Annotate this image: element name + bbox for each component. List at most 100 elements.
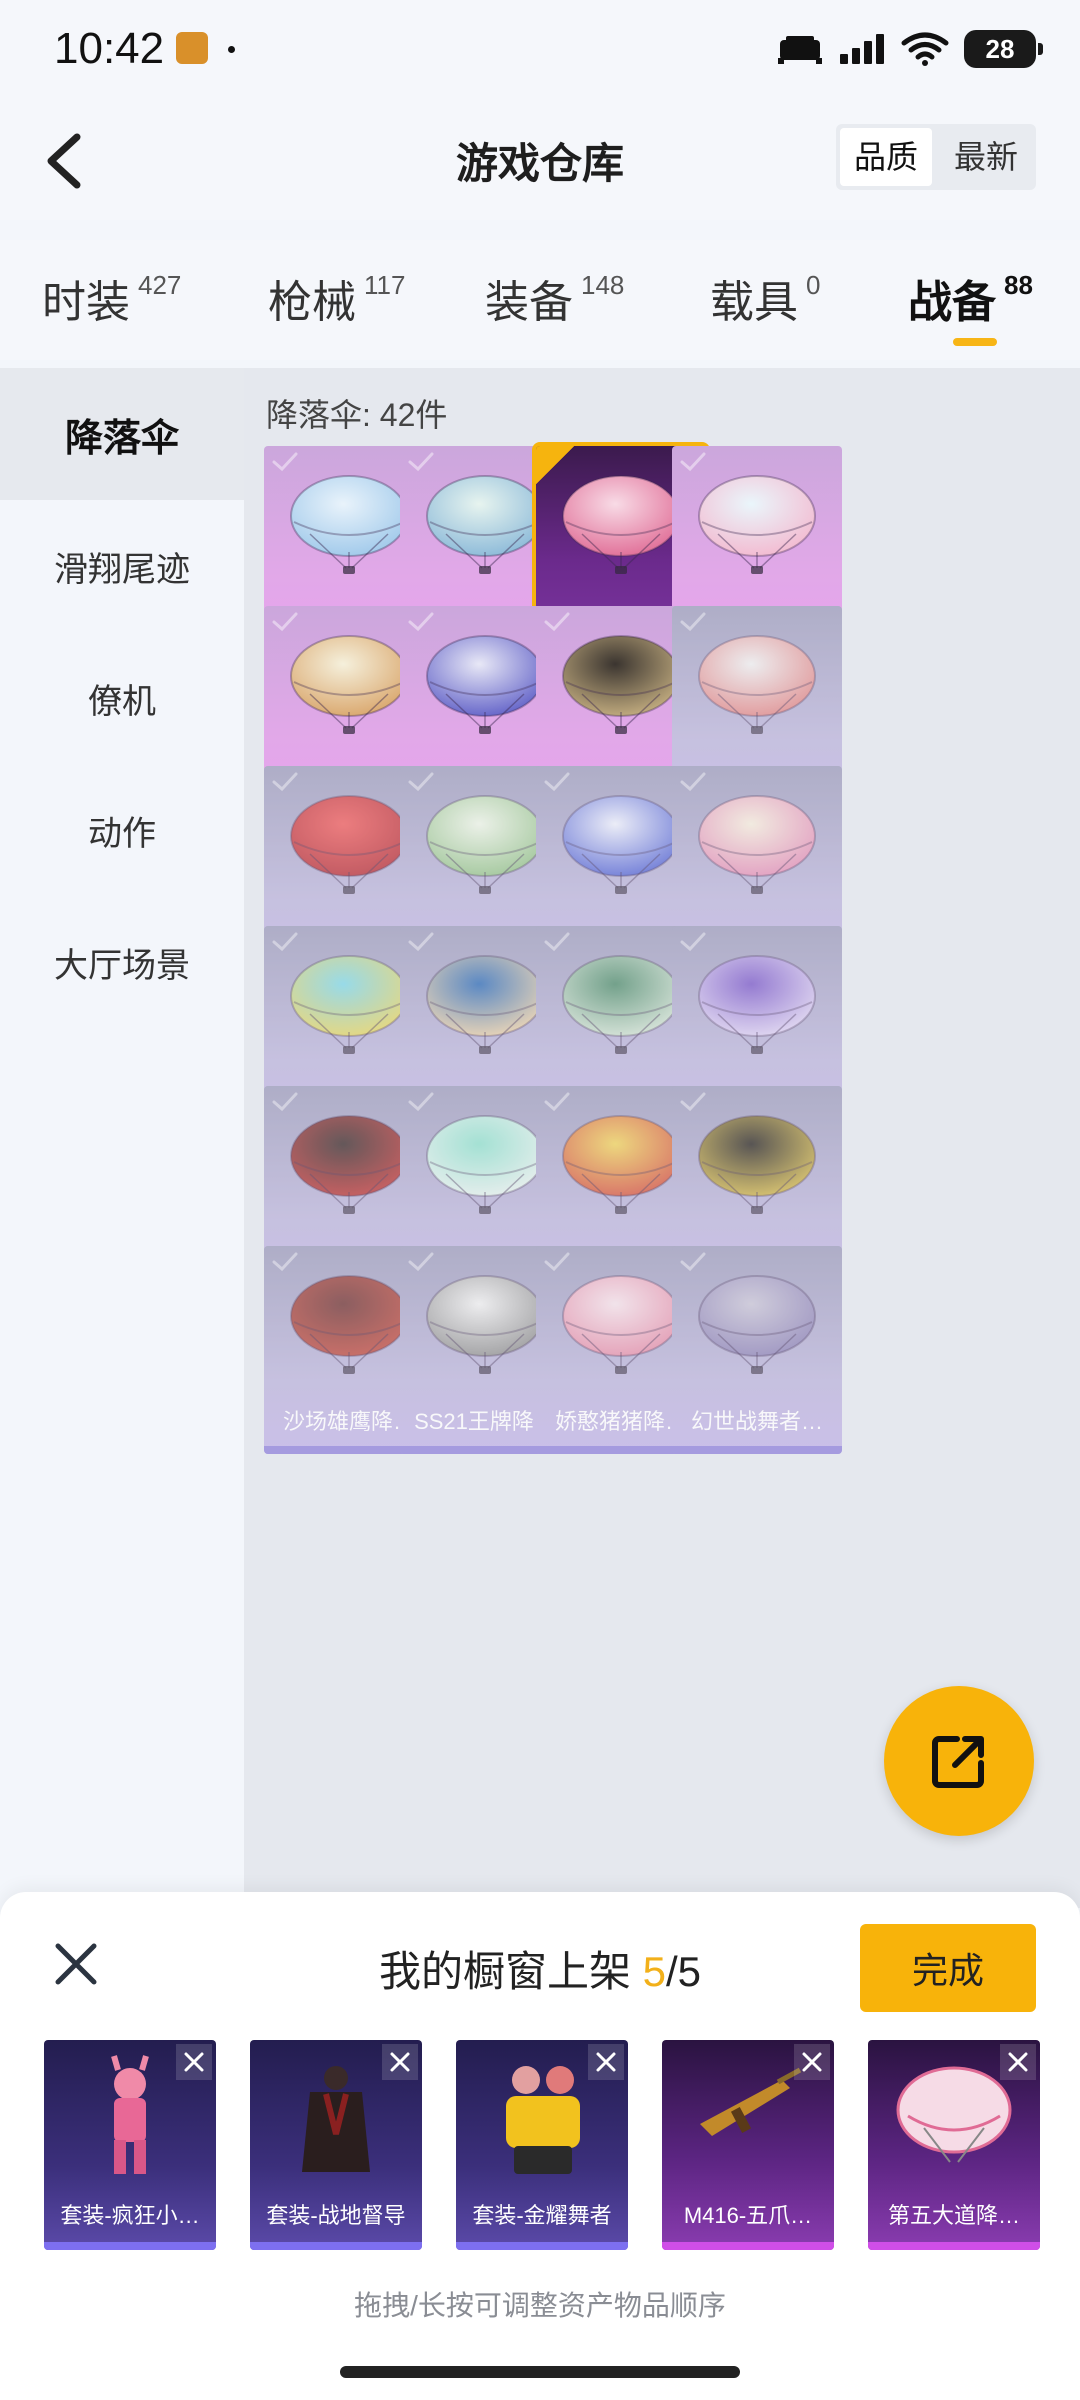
parachute-icon	[562, 635, 680, 734]
slot-item-name: M416-五爪…	[683, 2203, 813, 2228]
showcase-panel: 我的橱窗上架 5/5 完成 套装-疯狂小… 套装-战地督导 套装-金耀舞者 M416-…	[0, 1892, 1080, 2400]
header: 游戏仓库 品质 最新	[0, 100, 1080, 220]
check-icon	[408, 932, 434, 952]
tab-label: 战备	[908, 278, 996, 327]
parachute-icon	[562, 955, 680, 1054]
showcase-total-count: /5	[666, 1948, 702, 1995]
check-icon	[680, 612, 706, 632]
parachute-icon	[290, 1275, 408, 1374]
tab-label: 时装	[42, 278, 130, 327]
wifi-icon	[901, 32, 949, 66]
parachute-icon	[426, 475, 544, 574]
subcategory-sidebar: 降落伞 滑翔尾迹 僚机 动作 大厅场景	[0, 368, 244, 1908]
parachute-icon	[562, 795, 680, 894]
showcase-slot[interactable]: 套装-战地督导	[250, 2040, 422, 2250]
rarity-strip	[662, 2242, 834, 2250]
slot-item-name: 套装-战地督导	[266, 2203, 406, 2228]
showcase-title-text: 我的橱窗上架	[378, 1948, 631, 1995]
check-icon	[272, 932, 298, 952]
sort-by-newest[interactable]: 最新	[936, 124, 1036, 190]
sidebar-item-glide-trail[interactable]: 滑翔尾迹	[0, 500, 244, 632]
tab-fashion[interactable]: 时装 427	[42, 266, 181, 330]
remove-slot-button[interactable]	[1000, 2044, 1036, 2080]
parachute-icon	[426, 635, 544, 734]
rarity-strip	[672, 1446, 842, 1454]
home-indicator[interactable]	[340, 2366, 740, 2378]
showcase-slot[interactable]: 第五大道降…	[868, 2040, 1040, 2250]
close-icon	[390, 2052, 410, 2072]
app-notification-icon	[176, 32, 208, 64]
check-icon	[408, 452, 434, 472]
status-bar: 10:42 28	[0, 0, 1080, 100]
status-icons: 28	[776, 30, 1043, 68]
done-button[interactable]: 完成	[860, 1924, 1036, 2012]
parachute-icon	[290, 795, 408, 894]
category-tabs: 时装 427 枪械 117 装备 148 载具 0 战备 88	[0, 240, 1080, 360]
close-icon	[802, 2052, 822, 2072]
sidebar-item-emotes[interactable]: 动作	[0, 764, 244, 896]
tab-battle-gear[interactable]: 战备 88	[908, 266, 1033, 330]
parachute-icon	[290, 475, 408, 574]
showcase-current-count: 5	[642, 1948, 666, 1995]
parachute-icon	[562, 1275, 680, 1374]
check-icon	[544, 1092, 570, 1112]
status-time: 10:42	[54, 24, 165, 73]
rarity-strip	[868, 2242, 1040, 2250]
close-icon	[184, 2052, 204, 2072]
sort-toggle: 品质 最新	[835, 124, 1036, 190]
tab-label: 枪械	[268, 278, 356, 327]
item-background	[672, 1246, 842, 1454]
section-count-label: 降落伞: 42件	[266, 397, 448, 433]
sidebar-item-wingman[interactable]: 僚机	[0, 632, 244, 764]
sidebar-item-lobby-scene[interactable]: 大厅场景	[0, 896, 244, 1028]
check-icon	[544, 772, 570, 792]
parachute-icon	[426, 1275, 544, 1374]
parachute-icon	[290, 1115, 408, 1214]
tab-label: 载具	[710, 278, 798, 327]
check-icon	[272, 772, 298, 792]
share-icon	[932, 1736, 984, 1788]
selected-check-icon	[536, 446, 574, 484]
signal-icon	[840, 34, 884, 64]
remove-slot-button[interactable]	[794, 2044, 830, 2080]
sidebar-item-parachute[interactable]: 降落伞	[0, 368, 244, 500]
parachute-icon	[698, 1115, 816, 1214]
parachute-icon	[698, 635, 816, 734]
share-button[interactable]	[884, 1686, 1034, 1836]
remove-slot-button[interactable]	[176, 2044, 212, 2080]
item-grid-area[interactable]: 降落伞: 42件 时空协奏降…金丰海韵降…第五大道降…彩虹甜喵降…春暖花开降…流…	[244, 368, 1080, 1908]
sort-by-quality[interactable]: 品质	[839, 128, 932, 186]
close-icon	[1008, 2052, 1028, 2072]
showcase-slot[interactable]: 套装-金耀舞者	[456, 2040, 628, 2250]
tab-vehicles[interactable]: 载具 0	[710, 266, 820, 330]
tab-guns[interactable]: 枪械 117	[268, 266, 405, 330]
battery-icon: 28	[964, 30, 1043, 68]
check-icon	[272, 1092, 298, 1112]
check-icon	[408, 1252, 434, 1272]
tab-equipment[interactable]: 装备 148	[485, 266, 624, 330]
check-icon	[544, 1252, 570, 1272]
parachute-icon	[698, 1275, 816, 1374]
remove-slot-button[interactable]	[588, 2044, 624, 2080]
parachute-icon	[290, 955, 408, 1054]
tab-count: 88	[1004, 270, 1033, 300]
showcase-slot[interactable]: 套装-疯狂小…	[44, 2040, 216, 2250]
parachute-item-card[interactable]: 幻世战舞者…	[672, 1246, 842, 1454]
tab-count: 427	[138, 270, 182, 300]
rarity-strip	[250, 2242, 422, 2250]
parachute-icon	[290, 635, 408, 734]
check-icon	[408, 612, 434, 632]
remove-slot-button[interactable]	[382, 2044, 418, 2080]
check-icon	[680, 1092, 706, 1112]
slot-item-name: 第五大道降…	[887, 2203, 1020, 2228]
parachute-icon	[426, 1115, 544, 1214]
parachute-icon	[426, 955, 544, 1054]
check-icon	[680, 1252, 706, 1272]
tab-count: 117	[364, 270, 406, 300]
parachute-icon	[698, 795, 816, 894]
check-icon	[272, 612, 298, 632]
showcase-slot[interactable]: M416-五爪…	[662, 2040, 834, 2250]
check-icon	[272, 452, 298, 472]
check-icon	[680, 452, 706, 472]
parachute-icon	[426, 795, 544, 894]
